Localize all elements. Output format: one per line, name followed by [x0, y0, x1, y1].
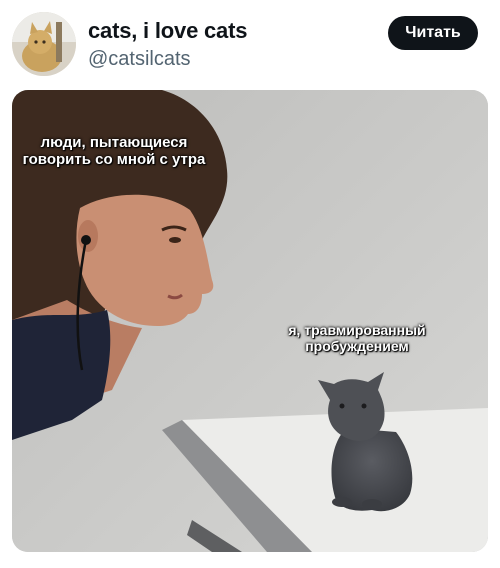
meme-caption-right: я, травмированный пробуждением [288, 322, 426, 354]
tweet-header: cats, i love cats @catsilcats Читать [0, 0, 500, 90]
tweet-media-meme[interactable]: люди, пытающиеся говорить со мной с утра… [12, 90, 488, 552]
author-display-name[interactable]: cats, i love cats [88, 18, 247, 44]
avatar[interactable] [12, 12, 76, 76]
author-handle[interactable]: @catsilcats [88, 48, 191, 71]
avatar-cat-image [12, 12, 76, 76]
meme-caption-left: люди, пытающиеся говорить со мной с утра [22, 134, 206, 168]
read-button[interactable]: Читать [388, 16, 478, 50]
